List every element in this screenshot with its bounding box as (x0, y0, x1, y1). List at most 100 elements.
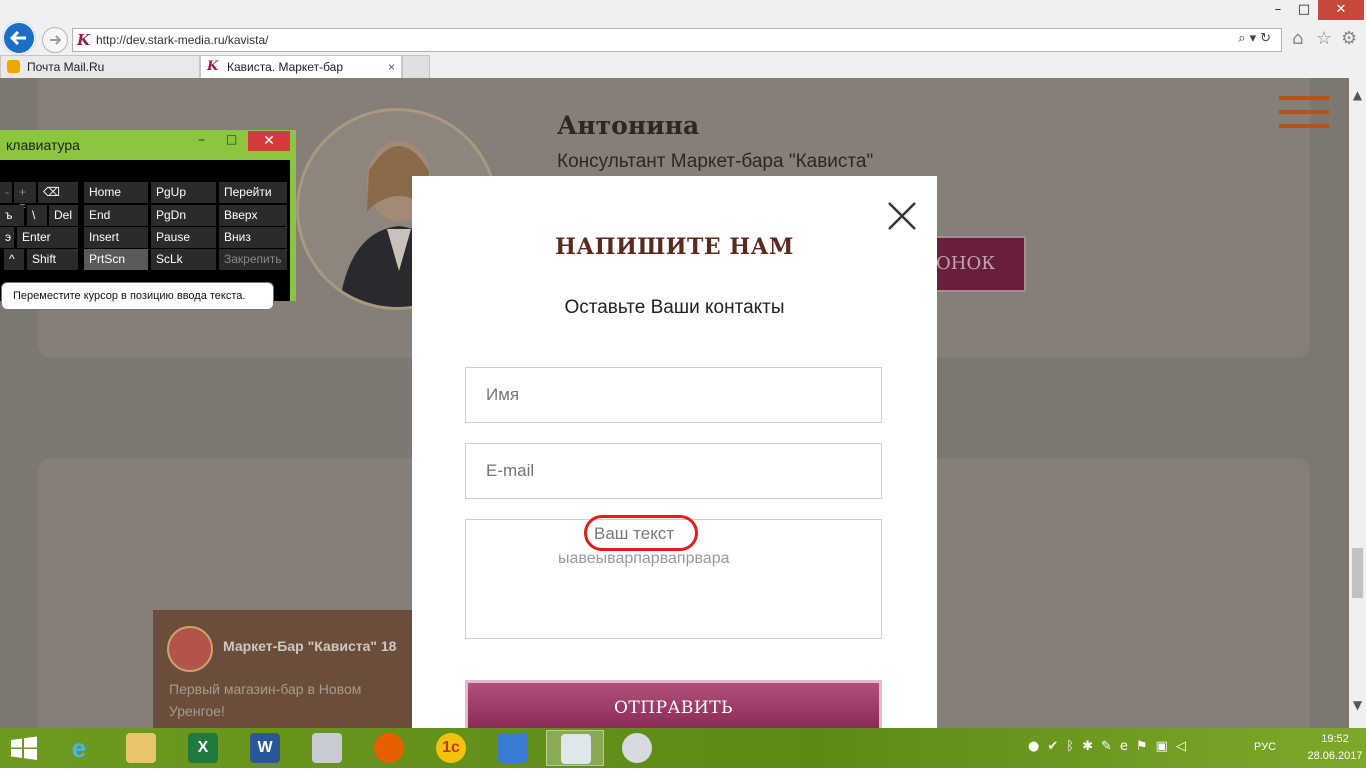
favorites-star-icon[interactable]: ☆ (1316, 28, 1332, 49)
message-field[interactable]: Ваш текст ыавеыварпарвапрвара (465, 515, 882, 639)
key-pgup[interactable]: PgUp (151, 182, 216, 203)
settings-gear-icon[interactable]: ⚙ (1341, 28, 1357, 49)
tab-mail[interactable]: Почта Mail.Ru (0, 55, 200, 78)
osk-maximize-button[interactable]: □ (226, 132, 237, 146)
refresh-icon[interactable]: ↻ (1260, 31, 1275, 46)
dropdown-icon[interactable]: ▾ (1250, 31, 1261, 46)
bluetooth-icon[interactable]: ᛒ (1066, 739, 1082, 754)
tray-tool-icon[interactable]: ✎ (1101, 739, 1120, 754)
mail-favicon-icon (7, 60, 20, 73)
key-end[interactable]: End (84, 205, 148, 226)
action-center-flag-icon[interactable]: ⚑ (1136, 739, 1156, 754)
paint-icon (622, 733, 652, 763)
kavista-favicon-icon: K (207, 59, 220, 74)
clock-time[interactable]: 19:52 (1305, 733, 1365, 745)
forward-button[interactable] (42, 27, 68, 53)
address-actions[interactable]: ⌕▾↻ (1238, 31, 1275, 46)
tray-browser-icon[interactable]: e (1120, 739, 1136, 754)
network-icon[interactable]: ▣ (1156, 739, 1176, 754)
key-pause[interactable]: Pause (151, 227, 216, 248)
new-tab-button[interactable] (402, 55, 430, 78)
tray-app-icon[interactable]: ● (1028, 739, 1047, 754)
key-shift[interactable]: Shift (27, 249, 78, 270)
menu-hamburger-icon[interactable] (1279, 96, 1329, 130)
key-sclk[interactable]: ScLk (151, 249, 216, 270)
window-maximize-button[interactable]: □ (1292, 0, 1316, 20)
key-enter[interactable]: Enter (17, 227, 78, 248)
consultant-name: Антонина (557, 111, 700, 140)
key-backslash[interactable]: \ (27, 205, 47, 226)
tab-label: Почта Mail.Ru (27, 60, 105, 74)
address-url[interactable]: http://dev.stark-media.ru/kavista/ (96, 33, 269, 47)
taskbar-firefox[interactable] (360, 730, 418, 766)
calculator-icon (312, 733, 342, 763)
name-field[interactable] (465, 367, 882, 423)
clock-date[interactable]: 28.06.2017 (1305, 750, 1365, 762)
scroll-thumb[interactable] (1352, 548, 1363, 598)
contact-modal: НАПИШИТЕ НАМ Оставьте Ваши контакты Ваш … (412, 176, 937, 740)
back-button[interactable] (2, 21, 36, 55)
search-icon[interactable]: ⌕ (1238, 31, 1249, 46)
page-scrollbar[interactable]: ▲ ▼ (1349, 78, 1366, 728)
order-call-button[interactable]: ОНОК (922, 236, 1026, 292)
key-plus-eq[interactable]: + = (14, 182, 36, 213)
home-icon[interactable]: ⌂ (1292, 28, 1303, 49)
key-home[interactable]: Home (84, 182, 148, 203)
scroll-down-icon[interactable]: ▼ (1349, 698, 1366, 712)
osk-tooltip: Переместите курсор в позицию ввода текст… (1, 282, 274, 310)
back-arrow-icon (9, 30, 26, 46)
start-button[interactable] (0, 728, 48, 768)
key-goto[interactable]: Перейти (219, 182, 287, 203)
address-bar[interactable]: K http://dev.stark-media.ru/kavista/ ⌕▾↻ (72, 28, 1282, 52)
key-prtscn[interactable]: PrtScn (84, 249, 148, 270)
video-preview[interactable]: Маркет-Бар "Кависта" 18 Первый магазин-б… (153, 610, 413, 728)
system-tray: ●✔ᛒ✱✎e⚑▣◁ РУС 19:52 28.06.2017 (1028, 728, 1366, 768)
excel-icon: X (188, 733, 218, 763)
taskbar-excel[interactable]: X (174, 730, 232, 766)
language-indicator[interactable]: РУС (1254, 741, 1276, 753)
tray-icons[interactable]: ●✔ᛒ✱✎e⚑▣◁ (1028, 739, 1194, 754)
key-hard-sign[interactable]: ъ (0, 205, 24, 226)
taskbar-network-tool[interactable] (484, 730, 542, 766)
tab-label: Кависта. Маркет-бар (227, 60, 344, 74)
key-del[interactable]: Del (49, 205, 78, 226)
tray-security-icon[interactable]: ✔ (1047, 739, 1066, 754)
kavista-logo-icon (167, 626, 213, 672)
key-pgdn[interactable]: PgDn (151, 205, 216, 226)
on-screen-keyboard[interactable]: клавиатура – □ ✕ - + = ⌫ Home PgUp Перей… (0, 130, 296, 301)
taskbar-calculator[interactable] (298, 730, 356, 766)
tab-close-icon[interactable]: × (388, 56, 395, 78)
volume-icon[interactable]: ◁ (1176, 739, 1194, 754)
key-backspace[interactable]: ⌫ (38, 182, 78, 203)
modal-title: НАПИШИТЕ НАМ (555, 234, 794, 260)
window-close-button[interactable]: ✕ (1318, 0, 1364, 20)
osk-minimize-button[interactable]: – (198, 132, 205, 148)
taskbar-osk[interactable] (546, 730, 604, 766)
taskbar-ie[interactable]: e (50, 730, 108, 766)
tab-strip: Почта Mail.Ru K Кависта. Маркет-бар × (0, 55, 1366, 78)
tray-antivirus-icon[interactable]: ✱ (1082, 739, 1101, 754)
video-title: Маркет-Бар "Кависта" 18 (223, 638, 397, 654)
ie-icon: e (71, 733, 87, 763)
on-screen-keyboard-icon (561, 734, 591, 764)
taskbar-paint[interactable] (608, 730, 666, 766)
key-down[interactable]: Вниз (219, 227, 287, 248)
taskbar-explorer[interactable] (112, 730, 170, 766)
key-insert[interactable]: Insert (84, 227, 148, 248)
key-dash[interactable]: - (0, 182, 12, 203)
consultant-role: Консультант Маркет-бара "Кависта" (557, 151, 874, 172)
taskbar-word[interactable]: W (236, 730, 294, 766)
key-caret[interactable]: ^ (4, 249, 24, 270)
taskbar-1c[interactable]: 1c (422, 730, 480, 766)
tab-kavista[interactable]: K Кависта. Маркет-бар × (200, 55, 402, 78)
firefox-icon (374, 733, 404, 763)
window-minimize-button[interactable]: – (1266, 0, 1290, 20)
key-pin[interactable]: Закрепить (219, 249, 287, 270)
key-e[interactable]: э (0, 227, 14, 248)
scroll-up-icon[interactable]: ▲ (1349, 88, 1366, 102)
close-icon[interactable] (886, 200, 918, 232)
key-up[interactable]: Вверх (219, 205, 287, 226)
email-field[interactable] (465, 443, 882, 499)
message-value: ыавеыварпарвапрвара (558, 550, 730, 567)
osk-close-button[interactable]: ✕ (248, 131, 290, 151)
